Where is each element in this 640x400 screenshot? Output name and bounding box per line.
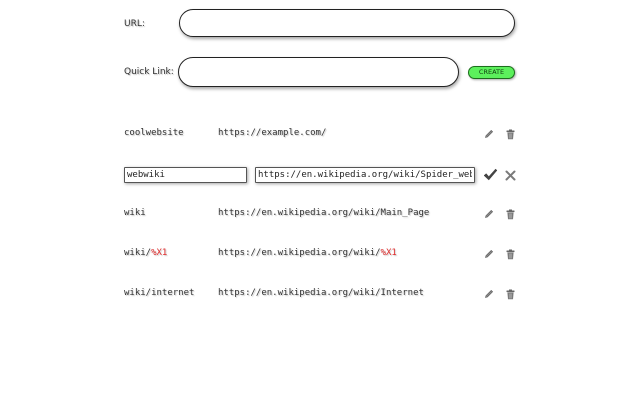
link-url-prefix: https://en.wikipedia.org/wiki/ [218, 248, 381, 258]
quick-link-label: Quick Link: [124, 67, 174, 77]
edit-url-input[interactable] [255, 167, 475, 183]
pencil-icon[interactable] [481, 246, 497, 262]
link-row: wiki https://en.wikipedia.org/wiki/Main_… [0, 204, 640, 224]
link-url: https://example.com/ [218, 128, 327, 138]
trash-icon[interactable] [502, 246, 518, 262]
link-url: https://en.wikipedia.org/wiki/Main_Page [218, 208, 430, 218]
pencil-icon[interactable] [481, 206, 497, 222]
url-input[interactable] [179, 9, 515, 37]
create-button[interactable]: CREATE [468, 66, 515, 79]
link-url: https://en.wikipedia.org/wiki/Internet [218, 288, 424, 298]
pencil-icon[interactable] [481, 286, 497, 302]
close-icon[interactable] [502, 167, 518, 183]
link-name: wiki [124, 208, 146, 218]
url-label: URL: [124, 19, 145, 29]
link-row: wiki/%X1 https://en.wikipedia.org/wiki/%… [0, 244, 640, 264]
trash-icon[interactable] [502, 126, 518, 142]
trash-icon[interactable] [502, 286, 518, 302]
link-url-placeholder: %X1 [380, 248, 397, 258]
quick-link-input[interactable] [178, 57, 459, 87]
link-name: wiki/%X1 [124, 248, 167, 258]
link-name: wiki/internet [124, 288, 195, 298]
link-row: coolwebsite https://example.com/ [0, 124, 640, 144]
checkmark-icon[interactable] [481, 166, 499, 184]
trash-icon[interactable] [502, 206, 518, 222]
link-name-prefix: wiki/ [124, 248, 152, 258]
link-url: https://en.wikipedia.org/wiki/%X1 [218, 248, 397, 258]
link-name-placeholder: %X1 [151, 248, 168, 258]
edit-name-input[interactable] [124, 167, 247, 183]
link-manager-page: URL: Quick Link: CREATE coolwebsite http… [0, 0, 640, 400]
link-row-editing [0, 165, 640, 185]
link-row: wiki/internet https://en.wikipedia.org/w… [0, 284, 640, 304]
pencil-icon[interactable] [481, 126, 497, 142]
link-name: coolwebsite [124, 128, 184, 138]
